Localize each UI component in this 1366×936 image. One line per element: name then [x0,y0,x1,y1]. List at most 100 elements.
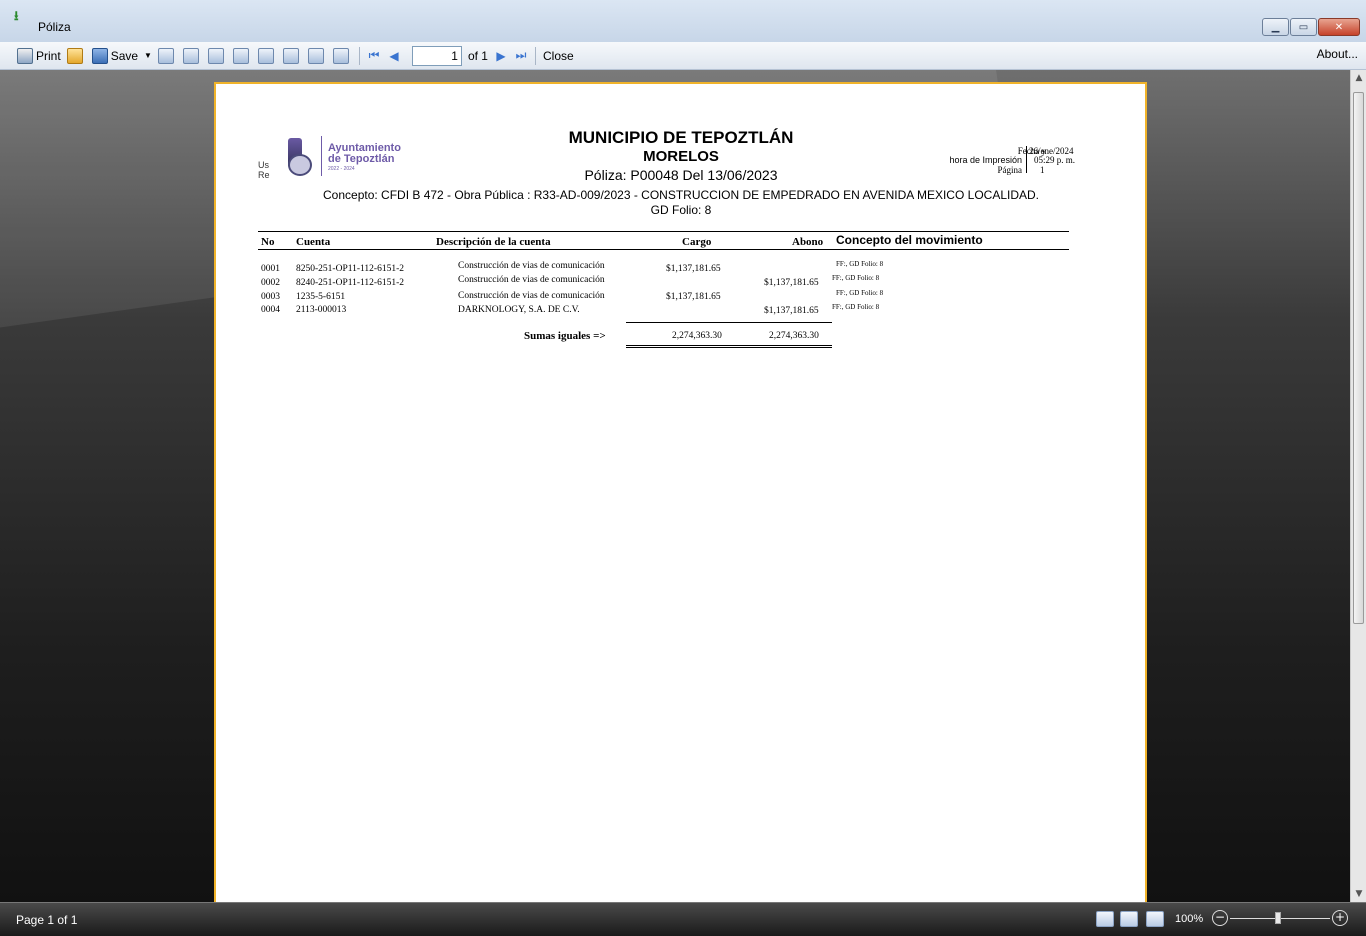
print-button[interactable]: Print [14,45,64,67]
zoom-in-icon[interactable]: + [1332,910,1348,926]
row-2-abono: $1,137,181.65 [764,278,819,288]
row-2-no: 0002 [261,278,280,288]
concepto-line: Concepto: CFDI B 472 - Obra Pública : R3… [323,188,1039,202]
report-subtitle: MORELOS [643,148,719,165]
row-1-concepto: FF:, GD Folio: 8 [836,260,884,268]
floppy-disk-icon [91,47,108,64]
edit-button[interactable] [230,45,255,67]
vertical-scrollbar[interactable]: ▲ ▼ [1350,70,1366,902]
totals-double-rule-2 [626,347,832,348]
logo-divider [321,136,322,176]
row-4-cuenta: 2113-000013 [296,305,347,315]
title-bar: ⭳ Póliza ▁ ▭ ✕ [0,0,1366,42]
row-3-cuenta: 1235-5-6151 [296,292,346,302]
save-dropdown-button[interactable]: ▼ [141,45,155,67]
row-3-concepto: FF:, GD Folio: 8 [836,289,884,297]
image-icon [307,47,324,64]
app-icon: ⭳ [14,9,19,24]
close-window-button[interactable]: ✕ [1318,18,1360,36]
dropdown-arrow-icon: ▼ [144,51,152,60]
multi-page-view-button[interactable] [1146,911,1164,927]
watermark-button[interactable] [305,45,330,67]
report-viewer: Ayuntamiento de Tepoztlán 2022 - 2024 Us… [0,70,1350,902]
row-1-no: 0001 [261,264,280,274]
row-2-cuenta: 8240-251-OP11-112-6151-2 [296,278,405,288]
sum-abono: 2,274,363.30 [769,331,819,341]
row-2-descripcion: Construcción de vias de comunicación [458,275,605,285]
row-4-descripcion: DARKNOLOGY, S.A. DE C.V. [458,305,580,315]
pencil-icon [257,47,274,64]
page-width-view-button[interactable] [1120,911,1138,927]
close-label: Close [542,48,574,63]
folder-open-icon [66,47,83,64]
row-2-concepto: FF:, GD Folio: 8 [832,274,880,282]
edit-icon [232,47,249,64]
meta-separator [1026,146,1027,173]
open-button[interactable] [64,45,89,67]
zoom-out-icon[interactable]: − [1212,910,1228,926]
row-4-concepto: FF:, GD Folio: 8 [832,303,880,311]
totals-top-rule [626,322,832,323]
thumbnails-button[interactable] [205,45,230,67]
thumbnails-icon [207,47,224,64]
save-label: Save [110,48,139,63]
save-button[interactable]: Save [89,45,141,67]
zoom-slider-thumb[interactable] [1275,912,1281,924]
col-header-cuenta: Cuenta [296,236,331,248]
single-page-view-button[interactable] [1096,911,1114,927]
page-info: Page 1 of 1 [16,913,78,927]
row-4-no: 0004 [261,305,280,315]
close-button[interactable]: Close [540,45,577,67]
about-button[interactable]: About... [1317,47,1358,61]
scroll-down-icon[interactable]: ▼ [1351,886,1366,902]
previous-page-icon: ◀ [389,48,399,63]
table-header-rule [258,249,1069,250]
first-page-icon: ⏮ [368,48,380,62]
minimize-button[interactable]: ▁ [1262,18,1289,36]
meta-label-pagina: Página [997,165,1023,175]
page-number-input[interactable] [411,45,462,66]
last-page-icon: ⏭ [515,48,527,62]
sum-cargo: 2,274,363.30 [672,331,722,341]
design-button[interactable] [255,45,280,67]
row-3-descripcion: Construcción de vias de comunicación [458,291,605,301]
row-1-descripcion: Construcción de vias de comunicación [458,261,605,271]
clipped-text-2: Re [258,170,270,180]
scrollbar-thumb[interactable] [1353,92,1364,624]
page-setup-button[interactable] [330,45,355,67]
toolbar: Print Save ▼ ⏮ ◀ of 1 ▶ ⏭ [0,42,1366,70]
email-button[interactable] [155,45,180,67]
table-top-rule [258,231,1069,232]
col-header-concepto: Concepto del movimiento [836,233,983,247]
copy-icon [282,47,299,64]
report-title: MUNICIPIO DE TEPOZTLÁN [568,128,794,147]
toolbar-separator [358,46,360,65]
zoom-level: 100% [1175,913,1204,925]
next-page-button[interactable]: ▶ [491,45,511,67]
meta-label-hora: hora de Impresión [949,155,1022,165]
poliza-line: Póliza: P00048 Del 13/06/2023 [584,167,778,183]
page-count-label: of 1 [467,48,488,63]
first-page-button[interactable]: ⏮ [364,45,384,67]
col-header-abono: Abono [792,236,824,248]
last-page-button[interactable]: ⏭ [511,45,531,67]
find-button[interactable] [180,45,205,67]
window-controls: ▁ ▭ ✕ [1261,18,1360,36]
binoculars-icon [182,47,199,64]
sumas-label: Sumas iguales => [524,330,606,342]
meta-value-pagina: 1 [1040,165,1045,175]
scroll-up-icon[interactable]: ▲ [1351,70,1366,86]
logo-seal-icon [288,154,312,176]
previous-page-button[interactable]: ◀ [384,45,404,67]
logo-text-2: de Tepoztlán [328,153,395,165]
toolbar-separator [534,46,536,65]
maximize-button[interactable]: ▭ [1290,18,1317,36]
report-page: Ayuntamiento de Tepoztlán 2022 - 2024 Us… [214,82,1147,902]
page-setup-icon [332,47,349,64]
row-3-cargo: $1,137,181.65 [666,292,721,302]
row-3-no: 0003 [261,292,280,302]
copy-button[interactable] [280,45,305,67]
email-icon [157,47,174,64]
gd-folio-line: GD Folio: 8 [650,203,712,217]
window-title: Póliza [38,20,71,34]
